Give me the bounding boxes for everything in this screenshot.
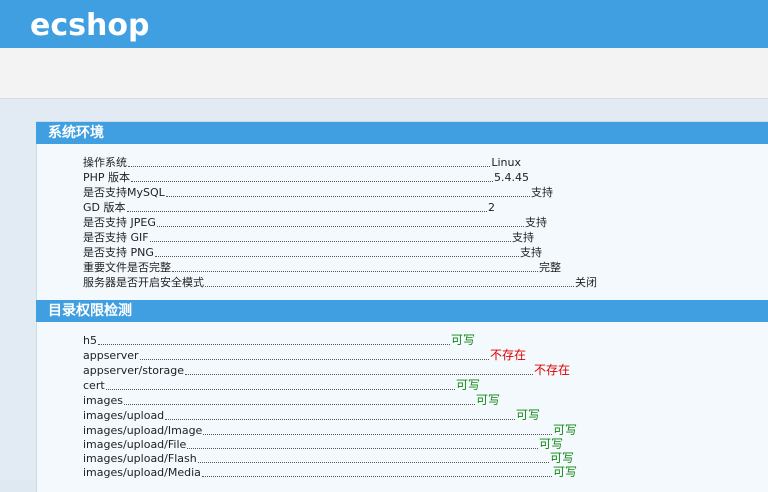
env-label: 服务器是否开启安全模式 xyxy=(83,276,204,289)
dot-leader xyxy=(124,403,475,405)
dir-row: appserver/storage 不存在 xyxy=(83,363,570,378)
dot-leader xyxy=(165,195,530,197)
dir-row: images/upload 可写 xyxy=(83,408,540,423)
dir-path: images/upload/Image xyxy=(83,424,203,437)
dir-path: appserver/storage xyxy=(83,364,185,377)
dir-row: appserver 不存在 xyxy=(83,348,526,363)
dot-leader xyxy=(185,373,533,375)
dir-status: 不存在 xyxy=(489,348,526,362)
dir-status: 可写 xyxy=(552,423,577,437)
env-row-mysql: 是否支持MySQL 支持 xyxy=(83,185,553,200)
env-value: 关闭 xyxy=(575,276,597,289)
dir-row: h5 可写 xyxy=(83,333,475,348)
env-label: GD 版本 xyxy=(83,201,126,214)
section-title-system: 系统环境 xyxy=(36,122,768,144)
dir-path: images xyxy=(83,394,123,407)
env-value: 完整 xyxy=(539,261,561,274)
env-label: 是否支持MySQL xyxy=(83,186,165,199)
dir-path: h5 xyxy=(83,334,97,347)
section-title-dirs: 目录权限检测 xyxy=(36,300,768,322)
env-value: 支持 xyxy=(525,216,547,229)
ecshop-logo[interactable]: ecshop xyxy=(30,6,149,46)
dot-leader xyxy=(139,358,489,360)
dir-path: appserver xyxy=(83,349,139,362)
env-row-safemode: 服务器是否开启安全模式 关闭 xyxy=(83,275,597,290)
env-value: 2 xyxy=(488,201,495,214)
dot-leader xyxy=(172,270,538,272)
dir-path: images/upload xyxy=(83,409,165,422)
env-label: 是否支持 JPEG xyxy=(83,216,156,229)
env-label: 是否支持 PNG xyxy=(83,246,154,259)
dir-path: cert xyxy=(83,379,105,392)
dir-status: 可写 xyxy=(450,333,475,347)
dot-leader xyxy=(203,433,552,435)
top-bar: ecshop xyxy=(0,0,768,48)
env-value: 5.4.45 xyxy=(494,171,529,184)
dot-leader xyxy=(205,285,574,287)
dot-leader xyxy=(165,418,515,420)
dir-row: images/upload/Image 可写 xyxy=(83,423,577,438)
dot-leader xyxy=(156,225,524,227)
env-row-gd: GD 版本 2 xyxy=(83,200,495,215)
dir-row: images 可写 xyxy=(83,393,500,408)
dir-status: 可写 xyxy=(515,408,540,422)
dir-status: 可写 xyxy=(549,451,574,465)
dir-row: images/upload/Flash 可写 xyxy=(83,451,574,466)
env-label: 重要文件是否完整 xyxy=(83,261,171,274)
env-row-php: PHP 版本 5.4.45 xyxy=(83,170,529,185)
env-label: PHP 版本 xyxy=(83,171,131,184)
dir-status: 可写 xyxy=(475,393,500,407)
dot-leader xyxy=(131,180,493,182)
dot-leader xyxy=(201,475,552,477)
env-label: 操作系统 xyxy=(83,156,127,169)
env-label: 是否支持 GIF xyxy=(83,231,149,244)
env-row-gif: 是否支持 GIF 支持 xyxy=(83,230,534,245)
dot-leader xyxy=(105,388,455,390)
dot-leader xyxy=(154,255,519,257)
dot-leader xyxy=(126,210,487,212)
dot-leader xyxy=(128,165,491,167)
dir-path: images/upload/Media xyxy=(83,466,201,479)
dir-status: 可写 xyxy=(552,465,577,479)
env-row-os: 操作系统 Linux xyxy=(83,155,521,170)
env-row-files: 重要文件是否完整 完整 xyxy=(83,260,561,275)
dot-leader xyxy=(197,461,549,463)
dir-status: 可写 xyxy=(455,378,480,392)
dot-leader xyxy=(187,447,538,449)
dir-status: 可写 xyxy=(538,437,563,451)
env-value: 支持 xyxy=(520,246,542,259)
dot-leader xyxy=(149,240,511,242)
env-row-png: 是否支持 PNG 支持 xyxy=(83,245,542,260)
env-value: Linux xyxy=(491,156,521,169)
toolbar-area xyxy=(0,48,768,99)
env-value: 支持 xyxy=(531,186,553,199)
dot-leader xyxy=(97,343,450,345)
env-row-jpeg: 是否支持 JPEG 支持 xyxy=(83,215,547,230)
dir-row: cert 可写 xyxy=(83,378,480,393)
dir-row: images/upload/File 可写 xyxy=(83,437,563,452)
dir-path: images/upload/Flash xyxy=(83,452,197,465)
dir-row: images/upload/Media 可写 xyxy=(83,465,577,480)
dir-status: 不存在 xyxy=(533,363,570,377)
env-value: 支持 xyxy=(512,231,534,244)
dir-path: images/upload/File xyxy=(83,438,187,451)
